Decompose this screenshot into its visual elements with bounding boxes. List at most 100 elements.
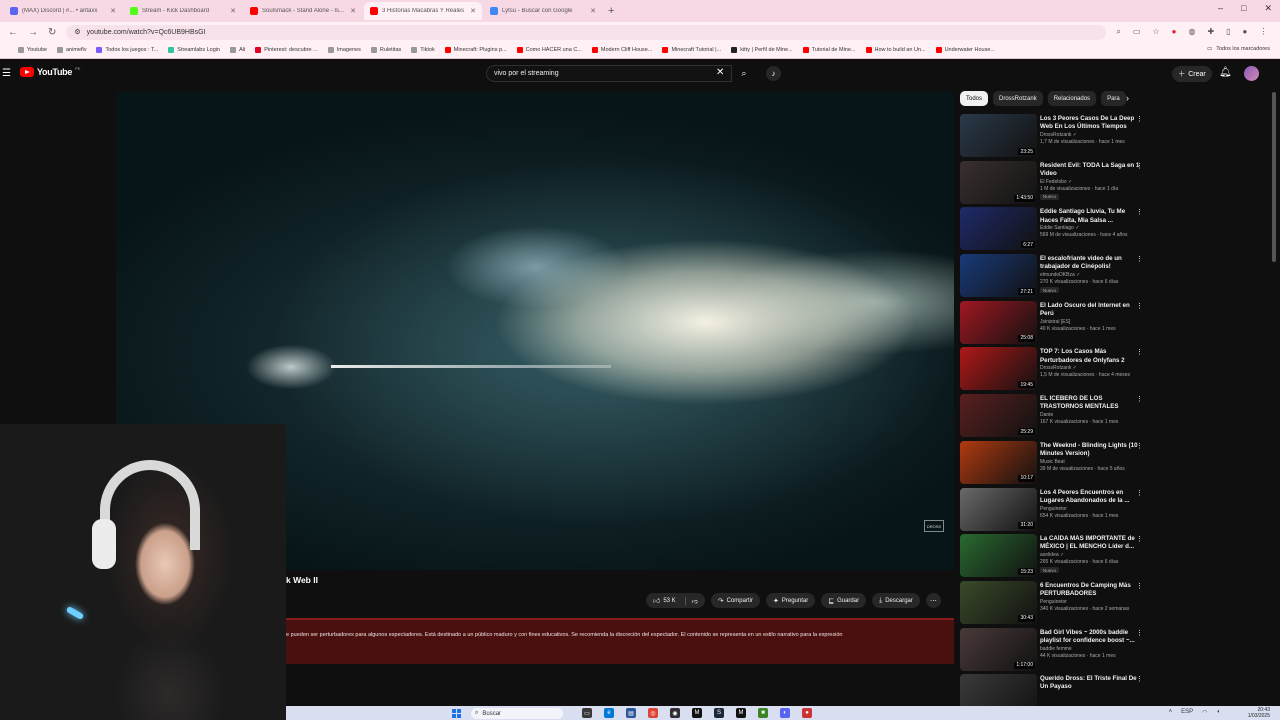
url-field[interactable]: ⚙ youtube.com/watch?v=Qc6UB9HBsGI — [66, 24, 1107, 40]
browser-tab[interactable]: Stream - Kick Dashboard ✕ — [124, 2, 242, 20]
download-button[interactable]: ⤓ Descargar — [872, 593, 920, 608]
avatar[interactable] — [1244, 66, 1259, 81]
notifications-bell-icon[interactable]: 🔔︎ — [1219, 67, 1232, 78]
create-button[interactable]: ＋ Crear — [1172, 66, 1212, 82]
voice-search-button[interactable]: ♪ — [766, 66, 781, 81]
extension-icon[interactable]: ◍ — [1188, 27, 1195, 37]
recommended-video[interactable]: 6:27 Eddie Santiago Lluvia, Tu Me Haces F… — [960, 206, 1150, 253]
bookmark-item[interactable]: Todos los juegos : T... — [96, 47, 158, 53]
browser-tab[interactable]: (MAX) Discord | #... • aritaxx ✕ — [4, 2, 122, 20]
kebab-menu-icon[interactable]: ⋮ — [1136, 255, 1143, 263]
bookmark-item[interactable]: Tiktok — [411, 47, 435, 53]
filter-chip[interactable]: Para — [1101, 91, 1126, 106]
channel-watermark[interactable]: DROSS — [924, 520, 944, 532]
channel-name[interactable]: DrossRotzank ✓ — [1040, 132, 1077, 138]
ask-button[interactable]: ✦ Preguntar — [765, 593, 816, 608]
bookmark-item[interactable]: Como HACER una C... — [516, 47, 582, 53]
bookmark-item[interactable]: Minecraft: Plugins p... — [444, 47, 507, 53]
tab-close-icon[interactable]: ✕ — [590, 7, 596, 15]
bookmark-item[interactable]: Streamlabs Login — [168, 47, 220, 53]
windows-start-icon[interactable] — [452, 709, 461, 718]
video-title[interactable]: TOP 7: Los Casos Más Perturbadores de On… — [1040, 348, 1140, 364]
minimize-button[interactable]: – — [1218, 3, 1223, 14]
video-title[interactable]: Querido Dross: El Triste Final De Un Pay… — [1040, 675, 1140, 691]
tab-close-icon[interactable]: ✕ — [110, 7, 116, 15]
bookmark-star-icon[interactable]: ☆ — [1152, 27, 1159, 37]
video-title[interactable]: Resident Evil: TODA La Saga en 1 Video — [1040, 162, 1140, 178]
kebab-menu-icon[interactable]: ⋮ — [1136, 489, 1143, 497]
channel-name[interactable]: El Fedelobo ✓ — [1040, 179, 1072, 185]
channel-name[interactable]: elmundoDKBza ✓ — [1040, 272, 1080, 278]
channel-name[interactable]: Penguinetor — [1040, 599, 1067, 605]
filter-chip[interactable]: Relacionados — [1047, 91, 1097, 106]
menu-icon[interactable]: ☰ — [2, 68, 11, 79]
chrome-icon[interactable]: ◎ — [648, 708, 658, 718]
minecraft-icon[interactable]: ■ — [758, 708, 768, 718]
kebab-menu-icon[interactable]: ⋮ — [1136, 395, 1143, 403]
video-title[interactable]: Los 3 Peores Casos De La Deep Web En Los… — [1040, 115, 1140, 131]
video-thumbnail[interactable]: 19:45 — [960, 347, 1037, 391]
channel-name[interactable]: Dante — [1040, 412, 1053, 418]
chevron-right-icon[interactable]: › — [1126, 93, 1129, 103]
recommended-video[interactable]: 10:17 The Weeknd - Blinding Lights (10 Mi… — [960, 440, 1150, 487]
task-view-icon[interactable]: ▭ — [582, 708, 592, 718]
dislike-icon[interactable]: 👎︎ — [684, 596, 698, 605]
channel-name[interactable]: axelidea ✓ — [1040, 552, 1064, 558]
more-actions-button[interactable]: ⋯ — [925, 593, 941, 608]
app-red-icon[interactable]: ● — [802, 708, 812, 718]
channel-name[interactable]: Music Beat — [1040, 459, 1065, 465]
kebab-menu-icon[interactable]: ⋮ — [1136, 535, 1143, 543]
opera-icon[interactable]: ● — [1172, 27, 1177, 37]
bookmark-item[interactable]: Tutorial de Mine... — [802, 47, 856, 53]
kebab-menu-icon[interactable]: ⋮ — [1136, 302, 1143, 310]
channel-name[interactable]: Penguinetor — [1040, 506, 1067, 512]
bookmark-item[interactable]: Minecraft Tutorial |... — [662, 47, 721, 53]
recommended-video[interactable]: 27:21 El escalofriante video de un trabaj… — [960, 253, 1150, 300]
new-tab-button[interactable]: + — [608, 5, 614, 17]
kebab-menu-icon[interactable]: ⋮ — [1136, 675, 1143, 683]
steam-icon[interactable]: S — [714, 708, 724, 718]
maximize-button[interactable]: □ — [1241, 3, 1246, 14]
video-title[interactable]: Bad Girl Vibes ~ 2000s baddie playlist f… — [1040, 629, 1140, 645]
bookmark-item[interactable]: Pinterest: descubre ... — [255, 47, 318, 53]
puzzle-icon[interactable]: ✚ — [1207, 27, 1214, 37]
kebab-menu-icon[interactable]: ⋮ — [1136, 582, 1143, 590]
filter-chip[interactable]: DrossRotzank — [993, 91, 1043, 106]
video-title[interactable]: El escalofriante video de un trabajador … — [1040, 255, 1140, 271]
clear-search-icon[interactable]: ✕ — [716, 67, 724, 78]
filter-chip[interactable]: Todos — [960, 91, 989, 106]
recommended-video[interactable]: 19:45 TOP 7: Los Casos Más Perturbadores … — [960, 346, 1150, 393]
bookmark-item[interactable]: How to build an Un... — [865, 47, 926, 53]
search-input[interactable]: vivo por el streaming — [486, 65, 732, 82]
video-thumbnail[interactable]: 31:20 — [960, 487, 1037, 531]
kebab-menu-icon[interactable]: ⋮ — [1136, 162, 1143, 170]
video-title[interactable]: The Weeknd - Blinding Lights (10 Minutes… — [1040, 442, 1140, 458]
page-scrollbar[interactable] — [1272, 92, 1276, 262]
app-m-icon[interactable]: M — [692, 708, 702, 718]
site-info-icon[interactable]: ⚙ — [74, 28, 80, 36]
video-thumbnail[interactable]: 10:17 — [960, 440, 1037, 484]
close-window-button[interactable]: ✕ — [1264, 3, 1272, 14]
clock[interactable]: 20:43 1/03/2025 — [1248, 707, 1270, 719]
recommended-video[interactable]: 30:43 6 Encuentros De Camping Más PERTURB… — [960, 580, 1150, 627]
browser-tab[interactable]: 3 Historias Macabras Y Reales ... ✕ — [364, 2, 482, 20]
sidepanel-icon[interactable]: ▯ — [1226, 27, 1230, 37]
channel-name[interactable]: Jsinistral [ES] — [1040, 319, 1070, 325]
lang-indicator[interactable]: ESP — [1181, 709, 1193, 716]
like-button[interactable]: 👍︎ 53 K 👎︎ — [646, 593, 705, 608]
tab-close-icon[interactable]: ✕ — [470, 7, 476, 15]
recommended-video[interactable]: 15:23 La CAÍDA MÁS IMPORTANTE de MÉXICO |… — [960, 533, 1150, 580]
bookmark-item[interactable]: animeflv — [57, 47, 86, 53]
bookmark-item[interactable]: Imagenes — [327, 47, 361, 53]
channel-name[interactable]: DrossRotzank ✓ — [1040, 365, 1077, 371]
kebab-menu-icon[interactable]: ⋮ — [1136, 629, 1143, 637]
profile-icon[interactable]: ● — [1243, 27, 1248, 37]
obs-icon[interactable]: ◉ — [670, 708, 680, 718]
video-title[interactable]: 6 Encuentros De Camping Más PERTURBADORE… — [1040, 582, 1140, 598]
reload-icon[interactable]: ↻ — [48, 27, 56, 38]
bookmark-item[interactable]: Ali — [230, 47, 245, 53]
browser-tab[interactable]: Soulsmack - Stand Alone - Is... ✕ — [244, 2, 362, 20]
tab-close-icon[interactable]: ✕ — [350, 7, 356, 15]
bookmark-item[interactable]: Modern Cliff House... — [591, 47, 652, 53]
recommended-video[interactable]: 1:43:50 Resident Evil: TODA La Saga en 1 … — [960, 160, 1150, 207]
